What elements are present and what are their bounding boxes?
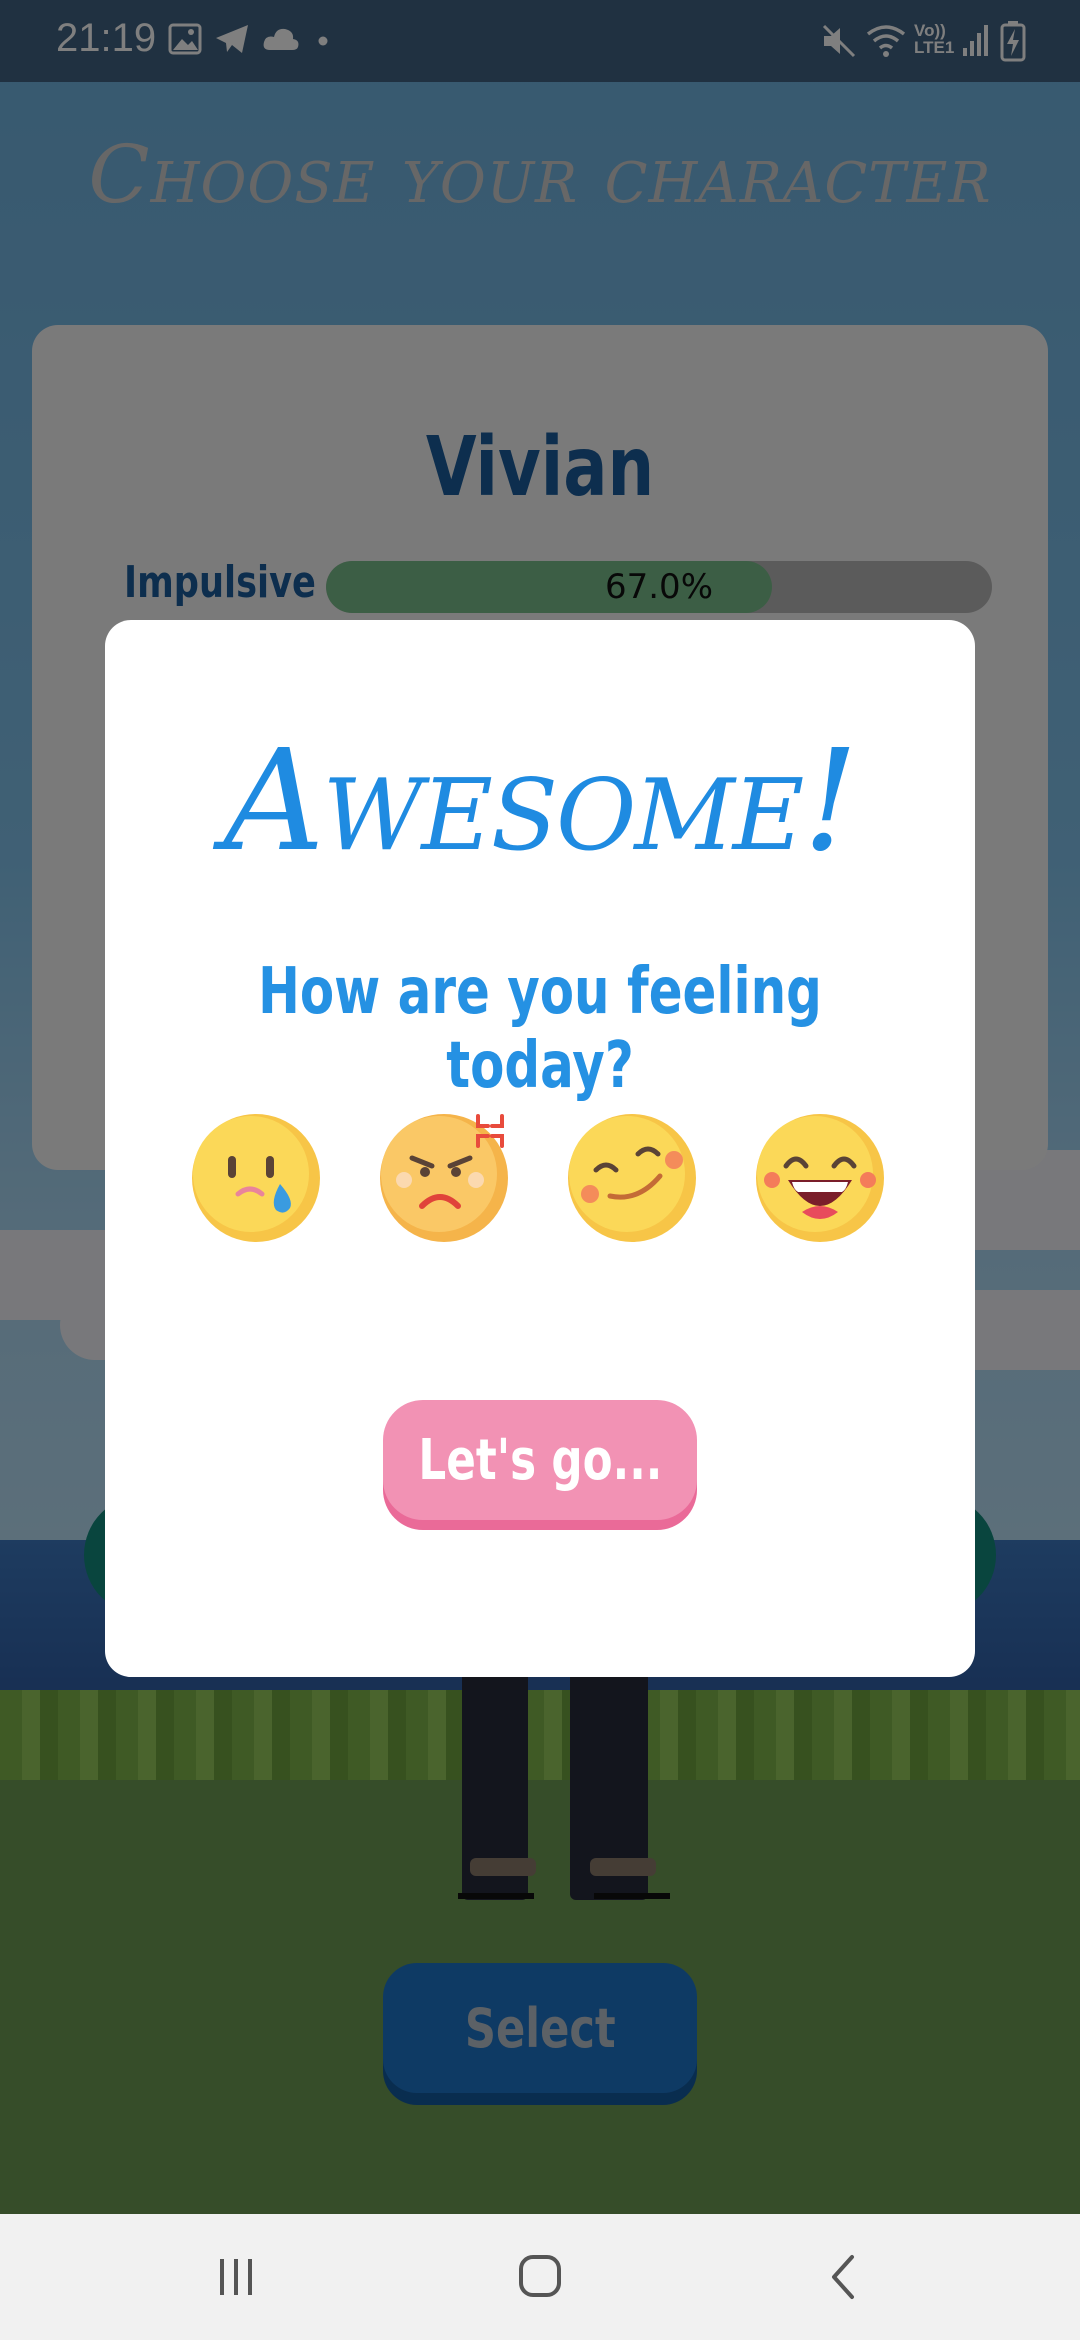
sad-crying-emoji-icon (192, 1114, 320, 1242)
back-button[interactable] (802, 2242, 882, 2312)
lets-go-button[interactable]: Let's go... (383, 1400, 697, 1520)
dialog-title: Awesome! (223, 720, 859, 883)
mood-dialog: Awesome! How are you feeling today? Let'… (105, 620, 975, 1677)
recent-apps-button[interactable] (196, 2242, 276, 2312)
home-button[interactable] (500, 2242, 580, 2312)
navigation-bar (0, 2214, 1080, 2340)
home-icon (519, 2255, 561, 2297)
dialog-question: How are you feeling today? (258, 955, 822, 1103)
laughing-emoji-button[interactable] (754, 1112, 886, 1244)
angry-emoji-button[interactable] (378, 1112, 510, 1244)
back-icon (832, 2255, 854, 2299)
mood-options (190, 1112, 910, 1248)
recent-apps-icon (220, 2259, 252, 2295)
angry-emoji-icon (380, 1114, 508, 1242)
content-emoji-icon (568, 1114, 696, 1242)
sad-crying-emoji-button[interactable] (190, 1112, 322, 1244)
laughing-emoji-icon (756, 1114, 884, 1242)
content-emoji-button[interactable] (566, 1112, 698, 1244)
